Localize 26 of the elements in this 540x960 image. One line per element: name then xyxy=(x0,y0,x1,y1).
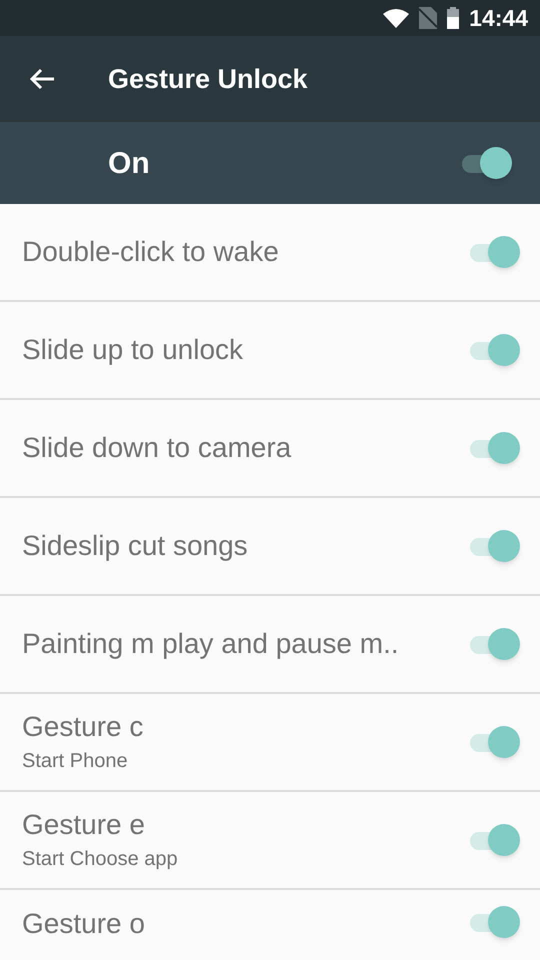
setting-title: Gesture c xyxy=(22,710,144,744)
setting-subtitle: Start Phone xyxy=(22,749,129,774)
status-time: 14:44 xyxy=(469,4,528,33)
wifi-icon xyxy=(383,8,410,28)
toggle-switch[interactable] xyxy=(468,334,520,366)
no-sim-icon xyxy=(419,7,438,29)
setting-title: Gesture o xyxy=(22,907,145,941)
setting-title: Slide down to camera xyxy=(22,431,292,465)
toggle-switch[interactable] xyxy=(468,530,520,562)
setting-title: Gesture e xyxy=(22,808,146,842)
toggle-switch[interactable] xyxy=(468,628,520,660)
screen-title: Gesture Unlock xyxy=(108,62,308,96)
toggle-switch[interactable] xyxy=(468,906,520,938)
setting-title: Double-click to wake xyxy=(22,235,279,269)
master-label: On xyxy=(108,146,150,182)
toggle-switch[interactable] xyxy=(468,726,520,758)
setting-title: Slide up to unlock xyxy=(22,333,244,367)
setting-subtitle: Start Choose app xyxy=(22,847,178,872)
toggle-switch[interactable] xyxy=(468,432,520,464)
setting-title: Painting m play and pause m.. xyxy=(22,627,399,661)
setting-title: Sideslip cut songs xyxy=(22,529,248,563)
toggle-switch[interactable] xyxy=(468,824,520,856)
battery-icon xyxy=(447,7,460,29)
back-arrow-icon xyxy=(29,68,55,90)
toggle-switch[interactable] xyxy=(468,236,520,268)
toggle-switch[interactable] xyxy=(460,147,512,179)
